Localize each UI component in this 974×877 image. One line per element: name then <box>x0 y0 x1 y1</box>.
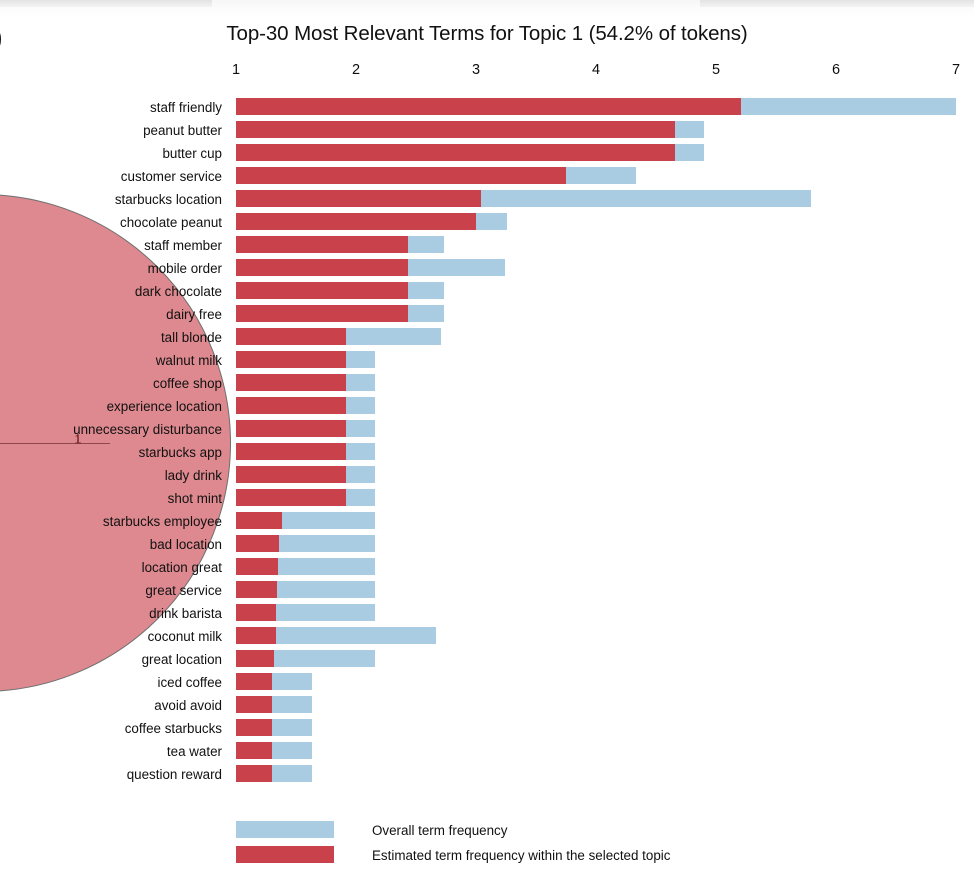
term-label[interactable]: shot mint <box>0 490 230 507</box>
bar-estimated[interactable] <box>236 213 476 230</box>
term-label[interactable]: tall blonde <box>0 329 230 346</box>
term-label[interactable]: tea water <box>0 743 230 760</box>
bar-estimated[interactable] <box>236 282 408 299</box>
bar-estimated[interactable] <box>236 512 282 529</box>
bar-estimated[interactable] <box>236 489 347 506</box>
bar-estimated[interactable] <box>236 719 272 736</box>
bar-estimated[interactable] <box>236 420 347 437</box>
term-label[interactable]: chocolate peanut <box>0 214 230 231</box>
bar-estimated[interactable] <box>236 328 347 345</box>
bar-estimated[interactable] <box>236 765 272 782</box>
x-axis-tick-4: 4 <box>591 62 601 78</box>
x-axis-tick-3: 3 <box>471 62 481 78</box>
term-label[interactable]: experience location <box>0 398 230 415</box>
bar-estimated[interactable] <box>236 673 272 690</box>
bar-estimated[interactable] <box>236 121 676 138</box>
x-axis-tick-1: 1 <box>231 62 241 78</box>
bar-estimated[interactable] <box>236 98 742 115</box>
term-label[interactable]: lady drink <box>0 467 230 484</box>
term-label[interactable]: walnut milk <box>0 352 230 369</box>
bar-estimated[interactable] <box>236 696 272 713</box>
bar-estimated[interactable] <box>236 397 347 414</box>
bar-chart-plot: 1 2 3 4 5 6 7 staff friendly peanut butter butter… <box>0 0 974 877</box>
term-label[interactable]: butter cup <box>0 145 230 162</box>
bar-estimated[interactable] <box>236 351 347 368</box>
bar-estimated[interactable] <box>236 627 276 644</box>
bar-estimated[interactable] <box>236 190 481 207</box>
term-label[interactable]: iced coffee <box>0 674 230 691</box>
bar-estimated[interactable] <box>236 305 408 322</box>
pyldavis-screenshot: ) 1 Top-30 Most Relevant Terms for Topic… <box>0 0 974 877</box>
term-label[interactable]: great location <box>0 651 230 668</box>
x-axis-tick-6: 6 <box>831 62 841 78</box>
term-label[interactable]: dairy free <box>0 306 230 323</box>
legend-swatch-overall <box>236 821 334 838</box>
legend-label: Overall term frequency <box>372 823 508 838</box>
x-axis-tick-7: 7 <box>951 62 961 78</box>
term-label[interactable]: mobile order <box>0 260 230 277</box>
term-label[interactable]: unnecessary disturbance <box>0 421 230 438</box>
x-axis-tick-2: 2 <box>351 62 361 78</box>
bar-estimated[interactable] <box>236 167 566 184</box>
term-label[interactable]: coffee shop <box>0 375 230 392</box>
term-label[interactable]: bad location <box>0 536 230 553</box>
term-label[interactable]: drink barista <box>0 605 230 622</box>
term-label[interactable]: starbucks app <box>0 444 230 461</box>
bar-estimated[interactable] <box>236 650 275 667</box>
term-label[interactable]: great service <box>0 582 230 599</box>
term-label[interactable]: customer service <box>0 168 230 185</box>
term-label[interactable]: staff member <box>0 237 230 254</box>
legend-swatch-estimated <box>236 846 334 863</box>
bar-estimated[interactable] <box>236 558 278 575</box>
term-label[interactable]: location great <box>0 559 230 576</box>
term-label[interactable]: peanut butter <box>0 122 230 139</box>
bar-estimated[interactable] <box>236 604 276 621</box>
term-label[interactable]: question reward <box>0 766 230 783</box>
term-label[interactable]: dark chocolate <box>0 283 230 300</box>
bar-estimated[interactable] <box>236 236 408 253</box>
bar-estimated[interactable] <box>236 144 676 161</box>
term-label[interactable]: coconut milk <box>0 628 230 645</box>
bar-estimated[interactable] <box>236 581 277 598</box>
bar-estimated[interactable] <box>236 742 272 759</box>
bar-estimated[interactable] <box>236 535 280 552</box>
bar-estimated[interactable] <box>236 443 347 460</box>
x-axis-tick-5: 5 <box>711 62 721 78</box>
term-label[interactable]: starbucks location <box>0 191 230 208</box>
bar-estimated[interactable] <box>236 259 408 276</box>
bar-estimated[interactable] <box>236 466 347 483</box>
legend-label: Estimated term frequency within the sele… <box>372 848 671 863</box>
bar-estimated[interactable] <box>236 374 347 391</box>
term-label[interactable]: starbucks employee <box>0 513 230 530</box>
term-label[interactable]: staff friendly <box>0 99 230 116</box>
term-label[interactable]: coffee starbucks <box>0 720 230 737</box>
term-label[interactable]: avoid avoid <box>0 697 230 714</box>
